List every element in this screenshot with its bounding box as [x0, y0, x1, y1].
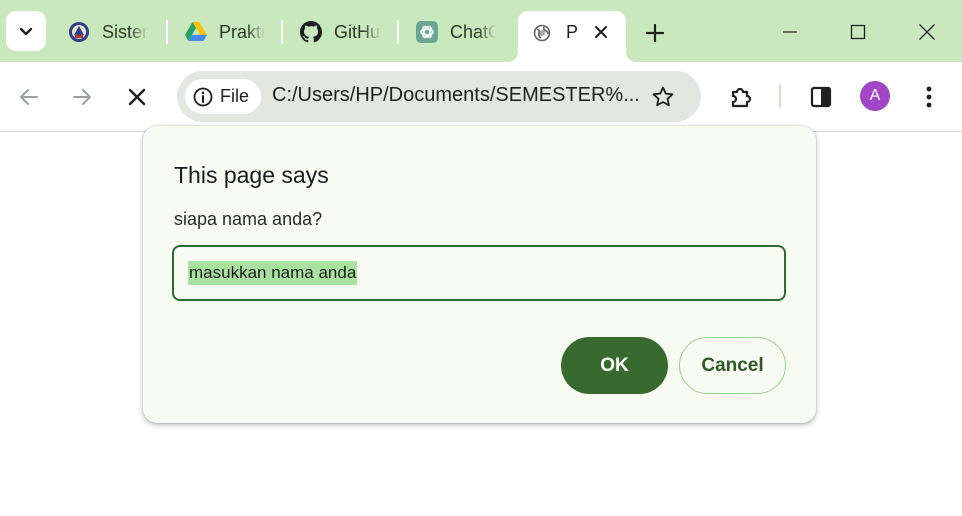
close-icon — [919, 24, 935, 40]
tab-search-button[interactable] — [6, 11, 46, 51]
browser-toolbar: File C:/Users/HP/Documents/SEMESTER%... … — [0, 62, 962, 132]
new-tab-button[interactable] — [640, 18, 670, 48]
dialog-message: siapa nama anda? — [174, 209, 323, 229]
profile-avatar[interactable]: A — [860, 81, 890, 111]
extensions-button[interactable] — [723, 79, 759, 115]
tab-prakti[interactable]: Prakti — [185, 12, 265, 52]
star-icon — [652, 86, 674, 107]
tab-strip: Sister Prakti GitHu ChatG P — [0, 0, 962, 62]
tab-separator — [397, 20, 399, 44]
tab-title: P — [566, 22, 579, 42]
bookmark-button[interactable] — [649, 83, 677, 111]
tab-chatgpt[interactable]: ChatG — [416, 12, 496, 52]
chatgpt-icon — [416, 21, 438, 43]
dialog-title: This page says — [174, 162, 329, 188]
side-panel-button[interactable] — [803, 79, 839, 115]
arrow-right-icon — [73, 89, 91, 105]
plus-icon — [646, 24, 664, 42]
tab-separator — [281, 20, 283, 44]
tab-title: ChatG — [450, 21, 496, 42]
minimize-button[interactable] — [770, 14, 810, 50]
address-bar[interactable]: File C:/Users/HP/Documents/SEMESTER%... — [177, 71, 701, 122]
chevron-down-icon — [19, 27, 33, 36]
prompt-input[interactable]: masukkan nama anda — [172, 245, 786, 301]
maximize-icon — [850, 24, 866, 40]
url-text[interactable]: C:/Users/HP/Documents/SEMESTER%... — [272, 84, 640, 107]
toolbar-divider — [779, 84, 781, 108]
tab-separator — [166, 20, 168, 44]
site-info-chip[interactable]: File — [185, 79, 262, 114]
more-vertical-icon — [926, 86, 932, 108]
globe-icon — [532, 23, 552, 43]
tab-sister[interactable]: Sister — [68, 12, 148, 52]
close-icon — [128, 88, 146, 106]
back-button[interactable] — [11, 79, 47, 115]
info-icon — [193, 87, 213, 106]
stop-loading-button[interactable] — [119, 79, 155, 115]
menu-button[interactable] — [911, 79, 947, 115]
close-tab-icon[interactable] — [590, 21, 612, 43]
github-icon — [300, 21, 322, 43]
side-panel-icon — [810, 86, 832, 108]
prompt-dialog: This page says siapa nama anda? masukkan… — [143, 126, 816, 423]
site-chip-label: File — [220, 86, 250, 106]
tab-active[interactable]: P — [518, 11, 626, 62]
tab-title: GitHu — [334, 21, 381, 42]
prompt-input-value: masukkan nama anda — [188, 261, 358, 285]
maximize-button[interactable] — [838, 14, 878, 50]
tab-title: Prakti — [219, 21, 265, 42]
tab-title: Sister — [102, 21, 148, 42]
cancel-button[interactable]: Cancel — [679, 337, 786, 394]
puzzle-icon — [731, 87, 752, 108]
minimize-icon — [783, 31, 797, 33]
arrow-left-icon — [20, 89, 38, 105]
forward-button[interactable] — [64, 79, 100, 115]
google-drive-icon — [185, 21, 207, 43]
university-seal-icon — [68, 21, 90, 43]
close-window-button[interactable] — [907, 14, 947, 50]
ok-button[interactable]: OK — [561, 337, 668, 394]
tab-github[interactable]: GitHu — [300, 12, 382, 52]
